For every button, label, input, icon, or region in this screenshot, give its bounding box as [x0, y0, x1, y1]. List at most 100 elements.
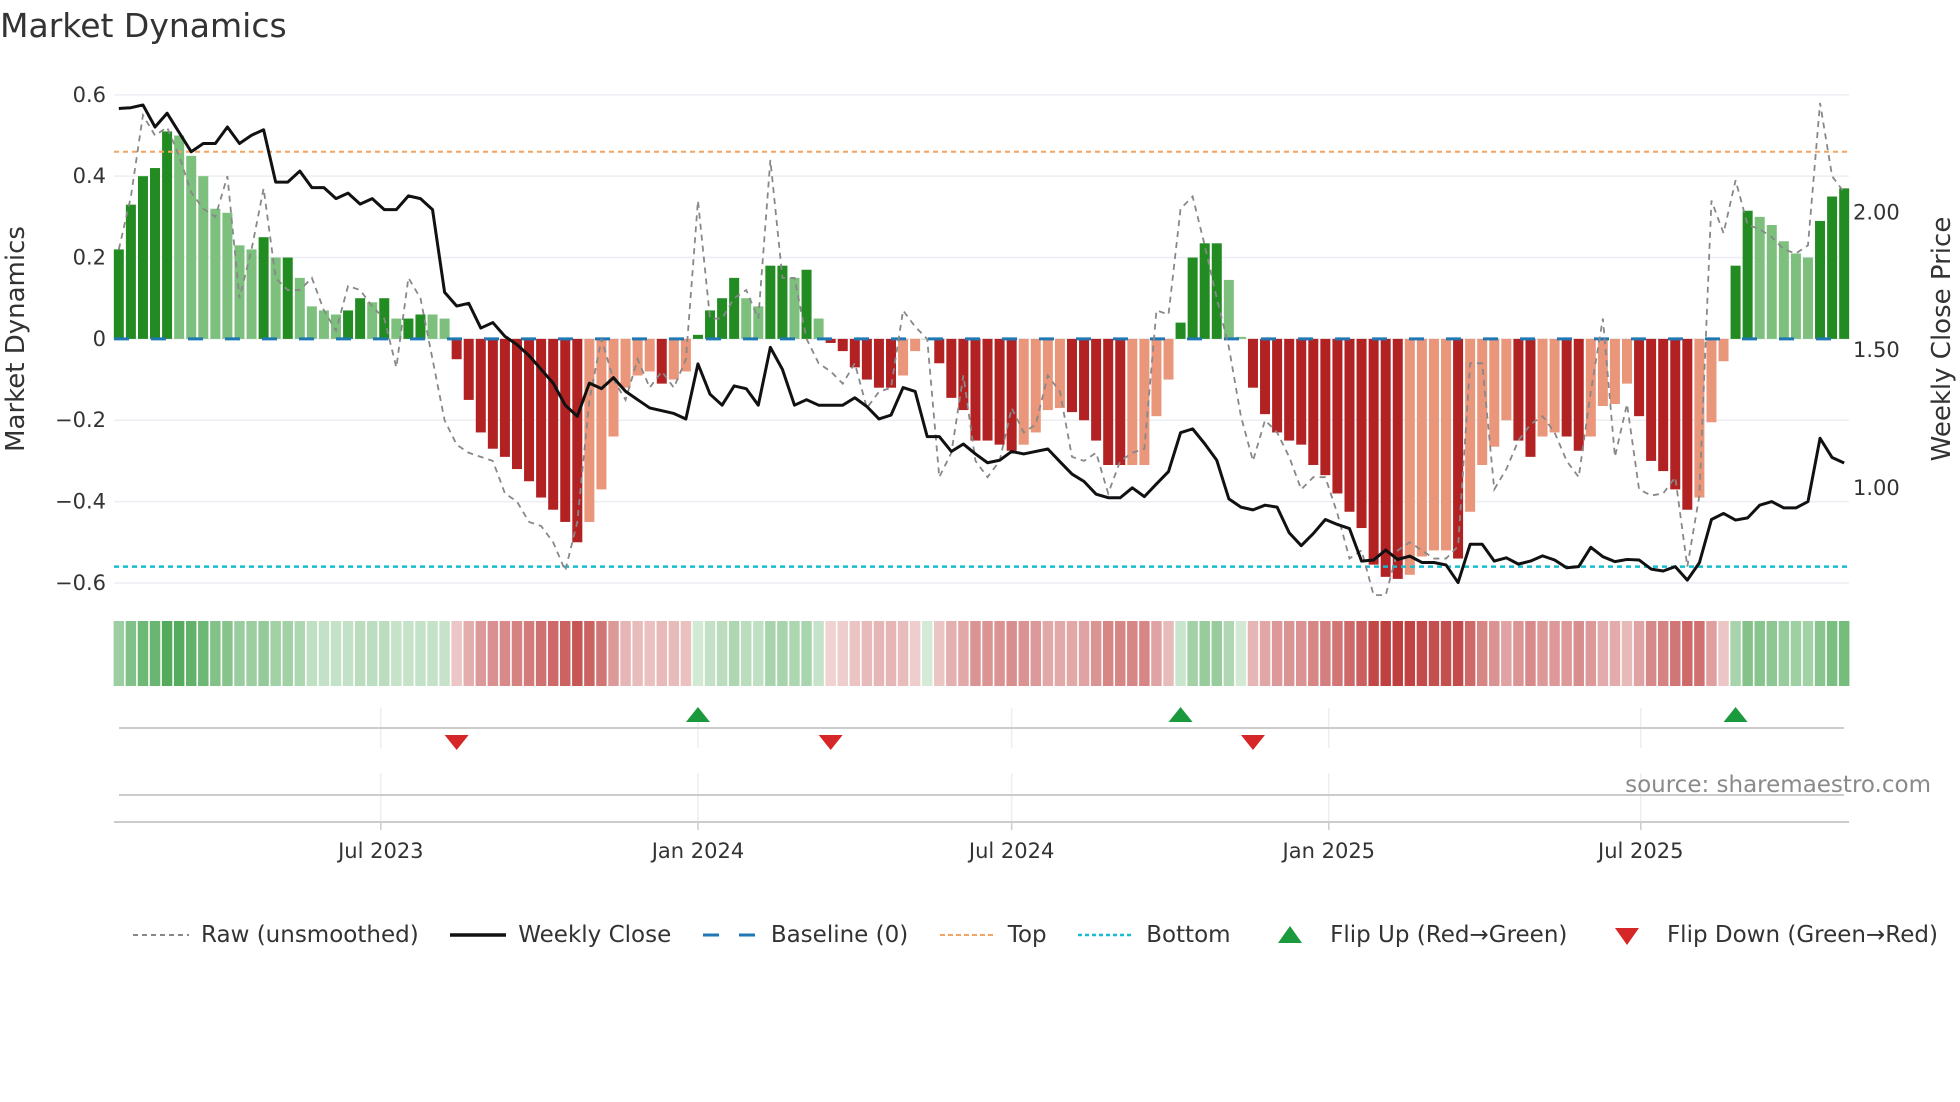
dynamics-bar [536, 338, 547, 498]
regime-strip-cell [1235, 621, 1247, 686]
y2-tick-label: 1.00 [1853, 476, 1900, 500]
dynamics-bar [1187, 257, 1198, 339]
dynamics-bar [1585, 338, 1596, 437]
legend-item-flip-down[interactable]: Flip Down (Green→Red) [1599, 922, 1938, 948]
regime-strip-cell [1838, 621, 1850, 686]
x-tick-label: Jul 2023 [336, 839, 423, 863]
dynamics-bar [318, 310, 329, 339]
regime-strip-cell [885, 621, 897, 686]
regime-strip-cell [1416, 621, 1428, 686]
dynamics-bar [1742, 210, 1753, 339]
dynamics-bar [813, 318, 824, 339]
dynamics-bar [499, 338, 510, 457]
regime-strip-cell [789, 621, 800, 686]
dynamics-bar [1006, 338, 1017, 451]
flip-up-marker [1723, 707, 1748, 722]
regime-strip-cell [608, 621, 619, 686]
y2-tick-label: 1.50 [1853, 338, 1900, 362]
regime-strip-cell [318, 621, 330, 686]
regime-strip-cell [970, 621, 981, 686]
regime-strip-cell [1489, 621, 1500, 686]
regime-strip-cell [547, 621, 559, 686]
regime-strip-cell [1633, 621, 1645, 686]
dynamics-bar [584, 338, 595, 522]
dynamics-bar [113, 249, 124, 339]
dynamics-bar [282, 257, 293, 339]
regime-strip-cell [463, 621, 474, 686]
dynamics-bar [970, 338, 981, 441]
regime-strip-cell [210, 621, 221, 686]
dynamics-bar [1079, 338, 1090, 421]
regime-strip-cell [1440, 621, 1452, 686]
dynamics-bar [475, 338, 486, 433]
regime-strip-cell [982, 621, 993, 686]
y-tick-label: −0.6 [55, 571, 106, 595]
regime-strip-cell [137, 621, 149, 686]
regime-strip-cell [934, 621, 945, 686]
regime-strip-cell [499, 621, 511, 686]
dynamics-bar [680, 338, 691, 372]
regime-strip-cell [560, 621, 571, 686]
regime-strip-cell [1187, 621, 1198, 686]
regime-strip-cell [765, 621, 776, 686]
dynamics-bar [137, 176, 148, 339]
regime-strip-cell [475, 621, 487, 686]
legend-item-top[interactable]: Top [939, 922, 1047, 948]
dynamics-bar [174, 135, 185, 339]
dynamics-bar [1537, 338, 1548, 437]
legend-item-raw[interactable]: Raw (unsmoothed) [133, 922, 419, 948]
regime-strip-cell [1404, 621, 1416, 686]
regime-strip-cell [415, 621, 426, 686]
dynamics-bar [1103, 338, 1114, 465]
regime-strip-cell [439, 621, 450, 686]
dynamics-bar [873, 338, 884, 388]
dynamics-bar [1489, 338, 1500, 447]
regime-strip-cell [1211, 621, 1223, 686]
regime-strip-cell [342, 621, 354, 686]
dynamics-bar [994, 338, 1005, 445]
flip-down-triangle-icon [1614, 928, 1639, 945]
regime-strip-cell [1597, 621, 1609, 686]
legend-item-flip-up[interactable]: Flip Up (Red→Green) [1262, 922, 1567, 948]
dynamics-bar [1247, 338, 1258, 388]
regime-strip-cell [909, 621, 921, 686]
regime-strip-cell [1078, 621, 1090, 686]
dynamics-bar [1404, 338, 1415, 575]
dynamics-bar [1730, 265, 1741, 339]
dynamics-bar [910, 338, 921, 352]
legend-item-baseline[interactable]: Baseline (0) [702, 922, 908, 948]
dynamics-bar [608, 338, 619, 437]
dynamics-bar [1839, 188, 1850, 339]
regime-strip-cell [173, 621, 185, 686]
regime-strip-cell [1428, 621, 1440, 686]
legend-item-bottom[interactable]: Bottom [1078, 922, 1231, 948]
regime-strip-cell [1356, 621, 1367, 686]
y-tick-label: 0.6 [73, 83, 106, 107]
regime-strip-cell [1283, 621, 1295, 686]
dynamics-bar [1054, 338, 1065, 409]
legend-close-swatch [450, 933, 507, 937]
regime-strip-cell [1476, 621, 1488, 686]
dynamics-bar [1682, 338, 1693, 510]
dynamics-bar [1561, 338, 1572, 437]
dynamics-bar [1766, 224, 1777, 339]
regime-strip-cell [149, 621, 161, 686]
regime-strip-cell [1621, 621, 1633, 686]
legend-item-close[interactable]: Weekly Close [450, 922, 671, 948]
legend-label-close: Weekly Close [518, 922, 672, 948]
regime-strip-cell [1730, 621, 1741, 686]
regime-strip-cell [1802, 621, 1814, 686]
dynamics-bar [367, 302, 378, 339]
dynamics-bar [801, 269, 812, 339]
dynamics-bar [1368, 338, 1379, 565]
y-tick-label: −0.2 [55, 408, 106, 432]
regime-strip-cell [1670, 621, 1681, 686]
regime-strip-cell [921, 621, 933, 686]
dynamics-bar [1272, 338, 1283, 433]
regime-strip-cell [246, 621, 257, 686]
dynamics-bar [596, 338, 607, 490]
y-tick-label: 0.4 [73, 164, 106, 188]
regime-strip-cell [680, 621, 692, 686]
regime-strip-cell [1320, 621, 1331, 686]
dynamics-bar [463, 338, 474, 400]
